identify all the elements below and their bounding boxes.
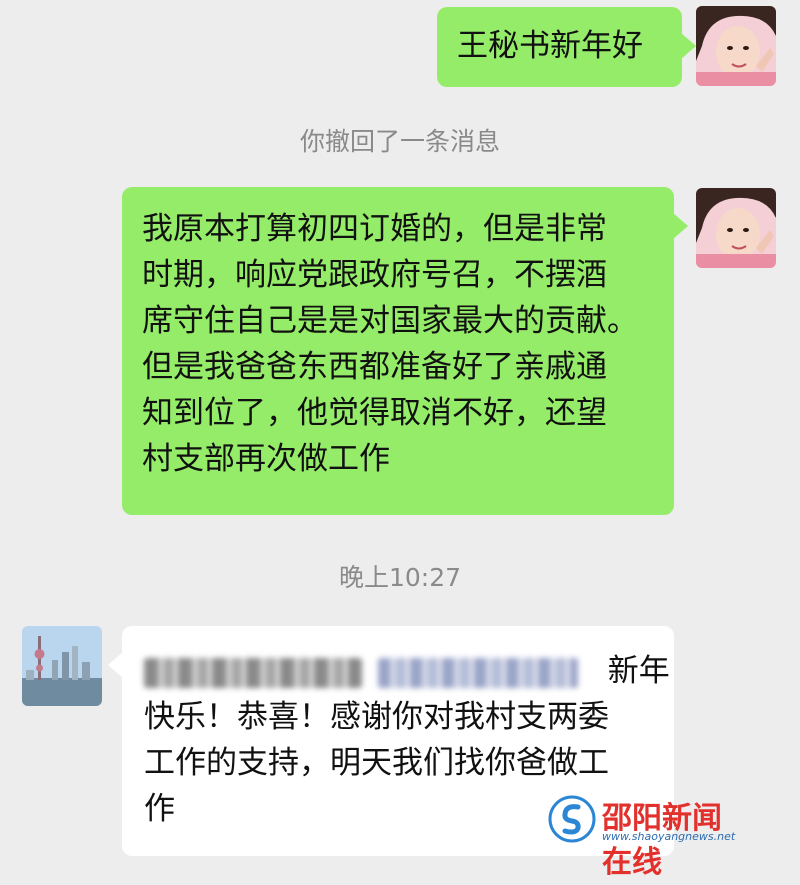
message-line: 时期，响应党跟政府号召，不摆酒 <box>142 257 607 293</box>
news-watermark: 邵阳新闻在线 www.shaoyangnews.net <box>548 793 738 880</box>
timestamp: 晚上10:27 <box>338 563 462 592</box>
message-line: 村支部再次做工作 <box>142 441 390 477</box>
user-avatar[interactable] <box>696 6 776 86</box>
message-text: 新年 <box>607 653 670 689</box>
message-line: 知到位了，他觉得取消不好，还望 <box>142 395 607 431</box>
recall-notice: 你撤回了一条消息 <box>299 127 500 156</box>
contact-avatar[interactable] <box>22 626 102 706</box>
message-line: 但是我爸爸东西都准备好了亲戚通 <box>142 349 607 385</box>
message-line: 我原本打算初四订婚的，但是非常 <box>142 211 607 247</box>
message-bubble[interactable]: 王秘书新年好 <box>437 7 696 87</box>
person-photo-icon <box>696 188 776 268</box>
person-photo-icon <box>696 6 776 86</box>
message-line: 新年 <box>144 648 674 694</box>
news-logo-icon <box>548 795 596 843</box>
message-bubble[interactable]: 我原本打算初四订婚的，但是非常 时期，响应党跟政府号召，不摆酒 席守住自己是是对… <box>122 187 688 515</box>
user-avatar[interactable] <box>696 188 776 268</box>
message-line: 快乐！恭喜！感谢你对我村支两委 <box>144 699 609 735</box>
skyline-photo-icon <box>22 626 102 706</box>
blurred-text-redaction <box>377 657 578 688</box>
message-line: 工作的支持，明天我们找你爸做工 <box>144 745 609 781</box>
message-line: 席守住自己是是对国家最大的贡献。 <box>142 303 638 339</box>
blurred-text-redaction <box>144 657 362 688</box>
watermark-url: www.shaoyangnews.net <box>602 830 736 843</box>
message-text: 王秘书新年好 <box>457 28 643 64</box>
